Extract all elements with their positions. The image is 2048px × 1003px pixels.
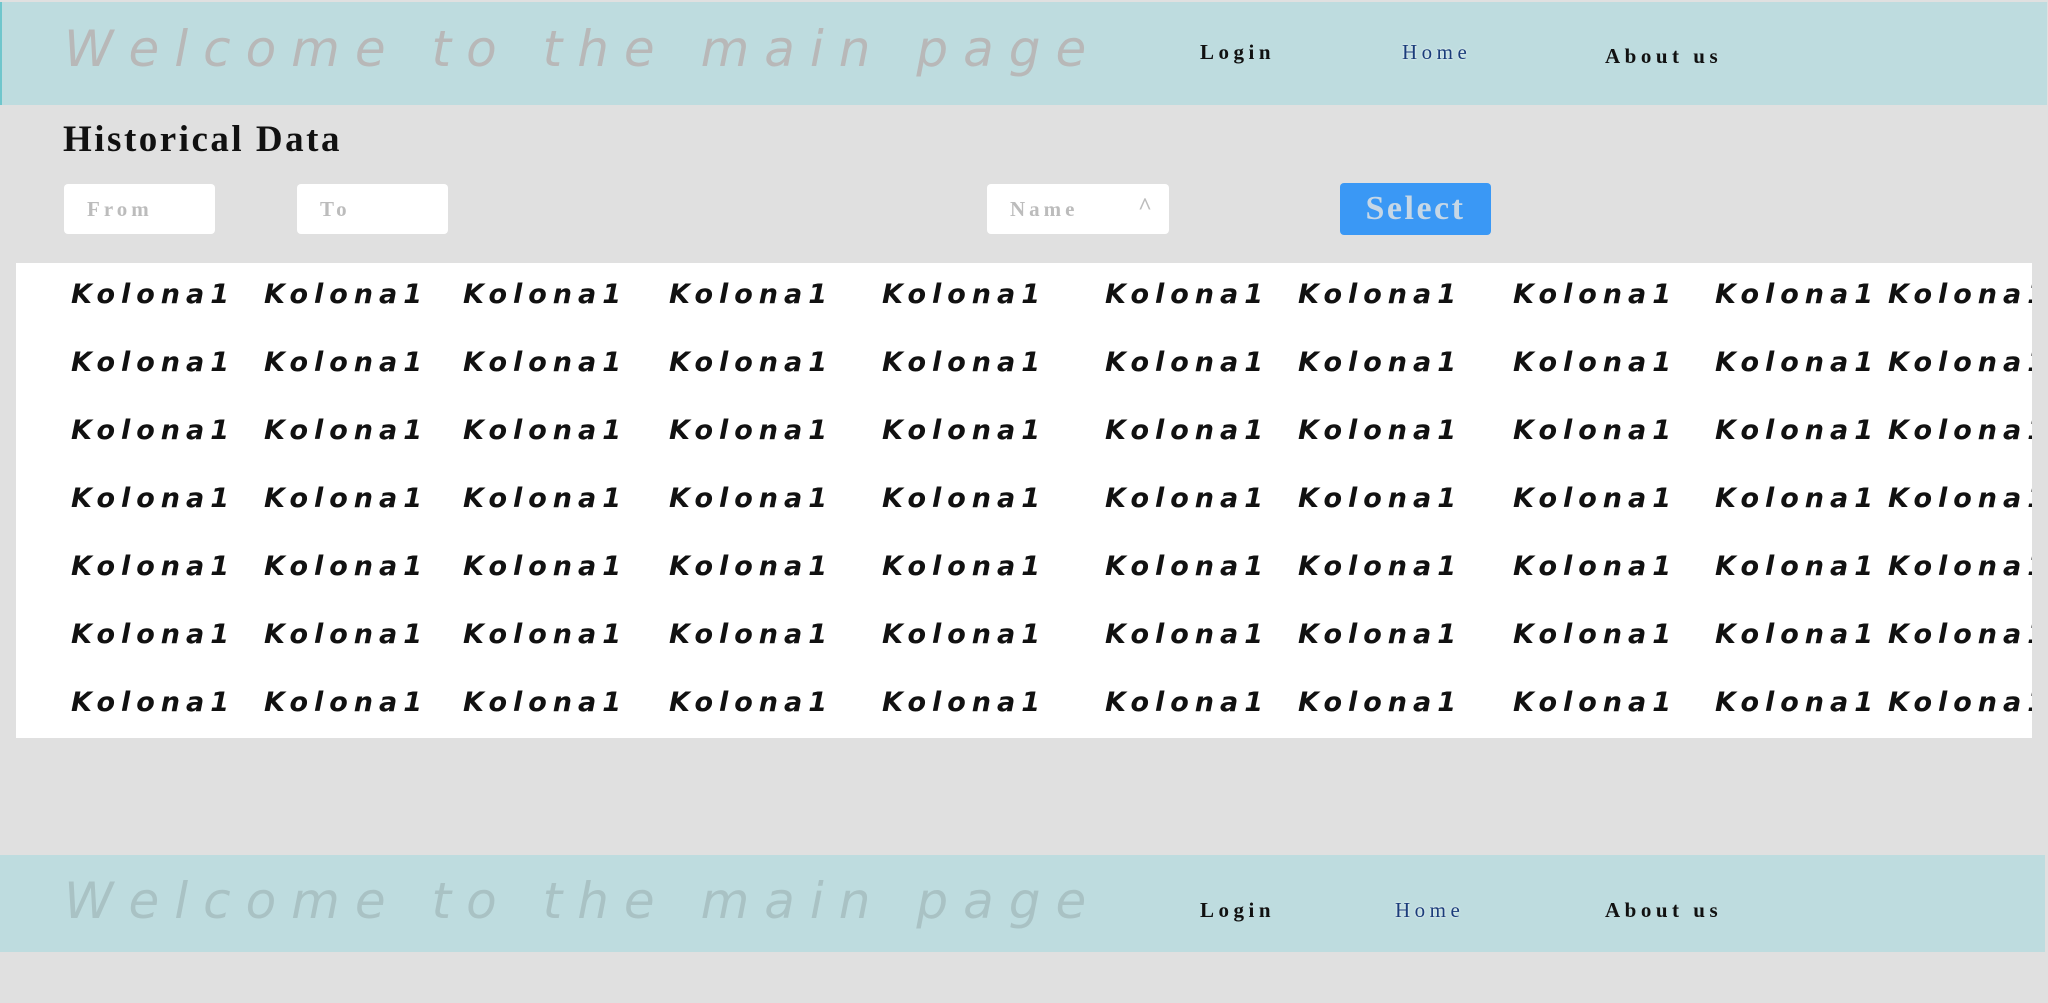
header-nav-about[interactable]: About us xyxy=(1605,44,1722,69)
table-cell: Kolona1 xyxy=(1298,483,1463,514)
table-cell: Kolona1 xyxy=(71,619,236,650)
table-cell: Kolona1 xyxy=(1888,551,2032,582)
table-cell: Kolona1 xyxy=(1513,619,1678,650)
table-cell: Kolona1 xyxy=(1715,619,1880,650)
table-cell: Kolona1 xyxy=(1298,687,1463,718)
footer-welcome-title: Welcome to the main page xyxy=(64,872,1102,930)
table-cell: Kolona1 xyxy=(71,279,236,310)
table-cell: Kolona1 xyxy=(1298,619,1463,650)
select-button[interactable]: Select xyxy=(1340,183,1491,235)
table-cell: Kolona1 xyxy=(669,551,834,582)
table-cell: Kolona1 xyxy=(1715,483,1880,514)
table-cell: Kolona1 xyxy=(1715,415,1880,446)
header-welcome-title: Welcome to the main page xyxy=(64,20,1102,78)
table-cell: Kolona1 xyxy=(1888,279,2032,310)
name-dropdown-label: Name xyxy=(1010,196,1079,221)
table-cell: Kolona1 xyxy=(882,279,1047,310)
table-cell: Kolona1 xyxy=(1298,279,1463,310)
table-cell: Kolona1 xyxy=(882,619,1047,650)
table-cell: Kolona1 xyxy=(1513,347,1678,378)
table-cell: Kolona1 xyxy=(264,279,429,310)
table-cell: Kolona1 xyxy=(71,347,236,378)
table-cell: Kolona1 xyxy=(71,415,236,446)
footer-nav-about[interactable]: About us xyxy=(1605,898,1722,923)
table-cell: Kolona1 xyxy=(71,687,236,718)
table-cell: Kolona1 xyxy=(1513,483,1678,514)
table-cell: Kolona1 xyxy=(1715,551,1880,582)
table-cell: Kolona1 xyxy=(1715,687,1880,718)
from-date-input[interactable] xyxy=(64,184,215,234)
table-cell: Kolona1 xyxy=(1513,687,1678,718)
table-cell: Kolona1 xyxy=(1888,687,2032,718)
table-cell: Kolona1 xyxy=(463,415,628,446)
table-cell: Kolona1 xyxy=(669,619,834,650)
table-cell: Kolona1 xyxy=(669,279,834,310)
table-cell: Kolona1 xyxy=(882,551,1047,582)
table-cell: Kolona1 xyxy=(264,619,429,650)
table-cell: Kolona1 xyxy=(463,687,628,718)
table-cell: Kolona1 xyxy=(463,483,628,514)
table-cell: Kolona1 xyxy=(669,415,834,446)
table-cell: Kolona1 xyxy=(1298,415,1463,446)
to-date-input[interactable] xyxy=(297,184,448,234)
table-cell: Kolona1 xyxy=(1513,551,1678,582)
table-cell: Kolona1 xyxy=(669,687,834,718)
table-cell: Kolona1 xyxy=(1105,551,1270,582)
table-cell: Kolona1 xyxy=(1888,347,2032,378)
table-cell: Kolona1 xyxy=(1888,483,2032,514)
table-cell: Kolona1 xyxy=(882,687,1047,718)
table-cell: Kolona1 xyxy=(669,483,834,514)
table-cell: Kolona1 xyxy=(1888,415,2032,446)
footer-nav-login[interactable]: Login xyxy=(1200,898,1275,923)
table-cell: Kolona1 xyxy=(463,279,628,310)
table-cell: Kolona1 xyxy=(264,347,429,378)
table-cell: Kolona1 xyxy=(1105,687,1270,718)
table-cell: Kolona1 xyxy=(463,347,628,378)
table-cell: Kolona1 xyxy=(264,551,429,582)
table-cell: Kolona1 xyxy=(669,347,834,378)
table-cell: Kolona1 xyxy=(1888,619,2032,650)
table-cell: Kolona1 xyxy=(1105,347,1270,378)
table-cell: Kolona1 xyxy=(1105,415,1270,446)
data-table: Kolona1 Kolona1 Kolona1 Kolona1 Kolona1 Kolon… xyxy=(16,263,2032,738)
footer-nav-home[interactable]: Home xyxy=(1395,898,1464,923)
table-cell: Kolona1 xyxy=(264,483,429,514)
table-cell: Kolona1 xyxy=(1715,279,1880,310)
table-cell: Kolona1 xyxy=(71,483,236,514)
table-cell: Kolona1 xyxy=(1298,347,1463,378)
table-cell: Kolona1 xyxy=(1513,415,1678,446)
table-cell: Kolona1 xyxy=(463,619,628,650)
table-cell: Kolona1 xyxy=(1105,619,1270,650)
table-cell: Kolona1 xyxy=(71,551,236,582)
name-dropdown[interactable]: Name ^ xyxy=(987,184,1169,234)
table-cell: Kolona1 xyxy=(882,483,1047,514)
table-cell: Kolona1 xyxy=(264,415,429,446)
table-cell: Kolona1 xyxy=(1298,551,1463,582)
chevron-up-icon: ^ xyxy=(1138,194,1156,220)
table-cell: Kolona1 xyxy=(1715,347,1880,378)
table-cell: Kolona1 xyxy=(1105,483,1270,514)
table-cell: Kolona1 xyxy=(882,347,1047,378)
table-cell: Kolona1 xyxy=(1105,279,1270,310)
table-cell: Kolona1 xyxy=(264,687,429,718)
table-cell: Kolona1 xyxy=(882,415,1047,446)
page-title: Historical Data xyxy=(63,119,342,160)
header-nav-home[interactable]: Home xyxy=(1402,40,1471,65)
header-nav-login[interactable]: Login xyxy=(1200,40,1275,65)
table-cell: Kolona1 xyxy=(463,551,628,582)
table-cell: Kolona1 xyxy=(1513,279,1678,310)
